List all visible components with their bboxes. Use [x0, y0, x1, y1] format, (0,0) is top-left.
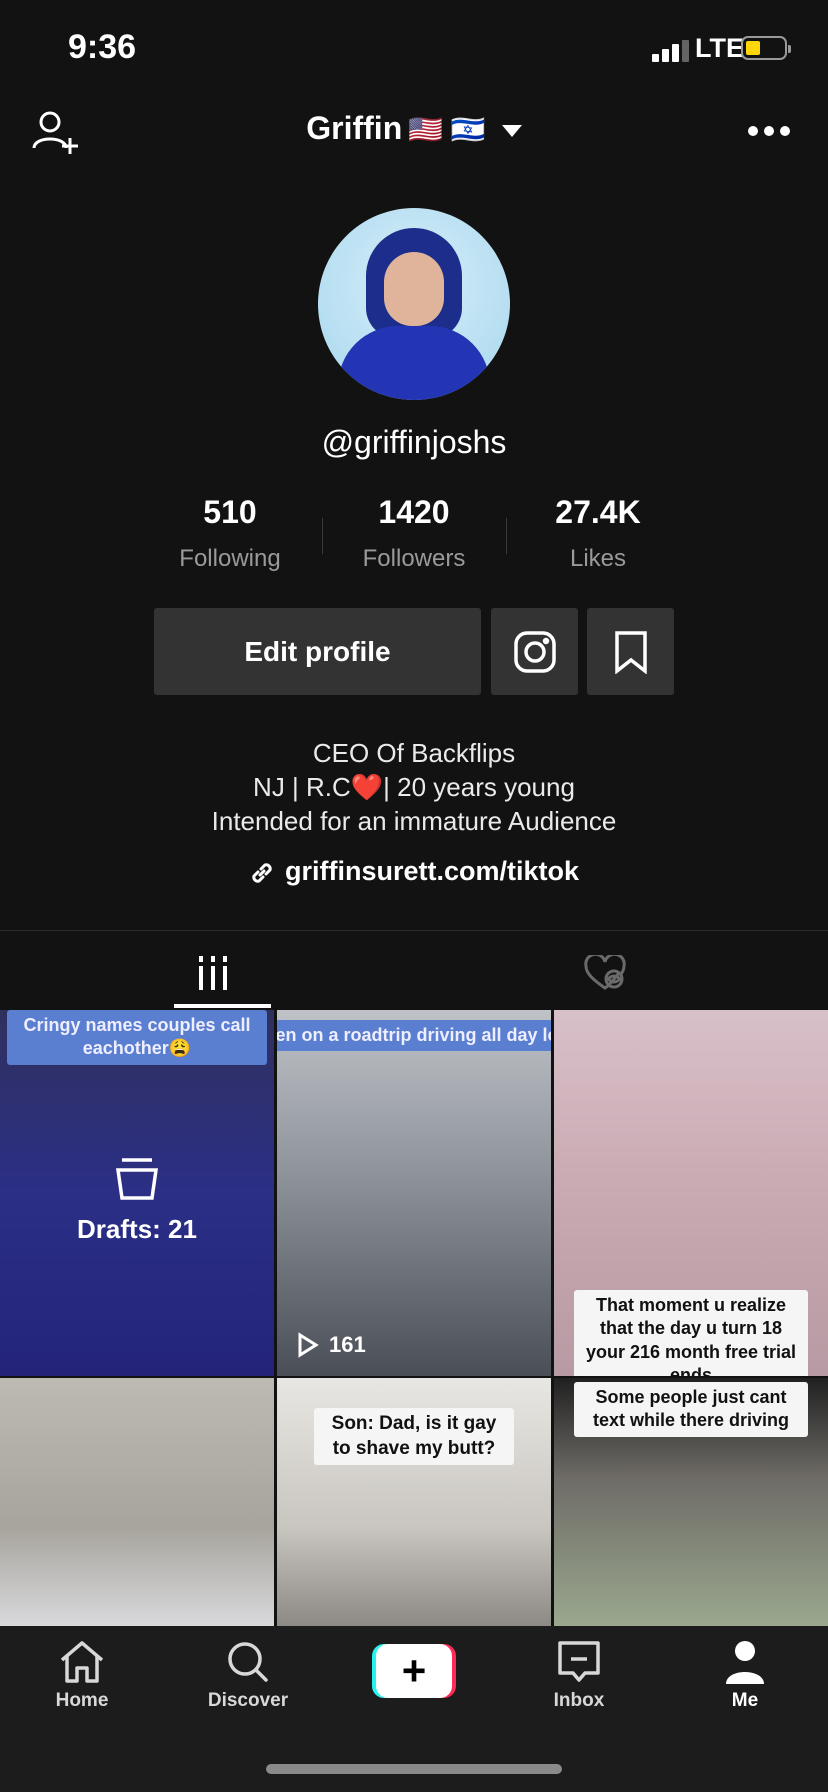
home-indicator	[266, 1764, 562, 1774]
video-caption: Son: Dad, is it gay to shave my butt?	[314, 1408, 514, 1466]
nav-label: Home	[55, 1690, 109, 1711]
bio-line: NJ | R.C❤️| 20 years young	[253, 772, 575, 802]
video-caption: Some people just cant text while there d…	[574, 1382, 808, 1437]
tab-videos[interactable]	[154, 938, 272, 1008]
stat-label: Followers	[362, 545, 466, 572]
nav-discover[interactable]: Discover	[188, 1640, 308, 1712]
plus-icon: +	[376, 1644, 452, 1698]
username-handle: @griffinjoshs	[321, 424, 507, 460]
network-label: LTE	[695, 33, 744, 63]
signal-icon	[652, 40, 692, 62]
draft-tile[interactable]: Cringy names couples call eachother😩 Dra…	[0, 1010, 274, 1376]
video-tile[interactable]: When on a roadtrip driving all day long …	[277, 1010, 551, 1376]
nav-inbox[interactable]: Inbox	[519, 1640, 639, 1712]
stat-likes[interactable]: 27.4K Likes	[506, 494, 690, 573]
grid-icon	[199, 956, 227, 990]
bio-line: Intended for an immature Audience	[211, 806, 617, 836]
battery-icon	[741, 36, 791, 60]
video-caption: When on a roadtrip driving all day long	[277, 1020, 551, 1052]
view-count-text: 161	[329, 1332, 366, 1357]
inbox-icon	[558, 1641, 600, 1682]
drafts-count: Drafts: 21	[77, 1214, 197, 1244]
trash-icon	[115, 1158, 159, 1200]
stat-label: Following	[179, 545, 281, 572]
nav-me[interactable]: Me	[685, 1640, 805, 1712]
bio-link-text: griffinsurett.com/tiktok	[284, 856, 580, 886]
edit-profile-button[interactable]: Edit profile	[154, 608, 481, 695]
link-icon	[252, 863, 272, 883]
stat-value: 510	[203, 494, 257, 530]
search-icon	[228, 1642, 268, 1682]
profile-name: Griffin	[306, 110, 403, 146]
nav-label: Inbox	[553, 1690, 605, 1711]
instagram-icon	[513, 630, 556, 673]
liked-hidden-icon	[584, 955, 626, 990]
tab-liked[interactable]	[560, 938, 650, 1008]
avatar[interactable]	[318, 208, 510, 400]
instagram-button[interactable]	[491, 608, 578, 695]
stat-value: 27.4K	[555, 494, 641, 530]
flags: 🇺🇸 🇮🇱	[408, 114, 486, 145]
divider	[0, 930, 828, 931]
status-time: 9:36	[68, 28, 137, 66]
video-tile[interactable]: Some people just cant text while there d…	[554, 1378, 828, 1626]
video-tile[interactable]: Son: Dad, is it gay to shave my butt?	[277, 1378, 551, 1626]
nav-home[interactable]: Home	[22, 1640, 142, 1712]
account-switcher[interactable]: Griffin 🇺🇸 🇮🇱	[0, 110, 828, 147]
home-icon	[60, 1641, 104, 1683]
chevron-down-icon	[501, 124, 522, 137]
bio-line: CEO Of Backflips	[312, 738, 516, 768]
create-button[interactable]: +	[372, 1644, 456, 1698]
more-icon[interactable]	[748, 126, 792, 138]
video-caption: That moment u realize that the day u tur…	[574, 1290, 808, 1376]
tab-indicator	[174, 1004, 271, 1008]
bookmark-icon	[614, 630, 647, 674]
stat-followers[interactable]: 1420 Followers	[322, 494, 506, 573]
me-icon	[726, 1641, 764, 1684]
stat-label: Likes	[569, 545, 627, 572]
nav-label: Me	[731, 1690, 759, 1711]
video-tile[interactable]	[0, 1378, 274, 1626]
play-icon	[298, 1332, 319, 1358]
stat-following[interactable]: 510 Following	[138, 494, 322, 573]
view-count: 161	[297, 1332, 366, 1358]
stat-value: 1420	[378, 494, 450, 530]
video-tile[interactable]: That moment u realize that the day u tur…	[554, 1010, 828, 1376]
nav-label: Discover	[207, 1690, 289, 1711]
favorites-button[interactable]	[587, 608, 674, 695]
video-caption: Cringy names couples call eachother😩	[7, 1010, 267, 1065]
bio-link[interactable]: griffinsurett.com/tiktok	[0, 856, 828, 887]
